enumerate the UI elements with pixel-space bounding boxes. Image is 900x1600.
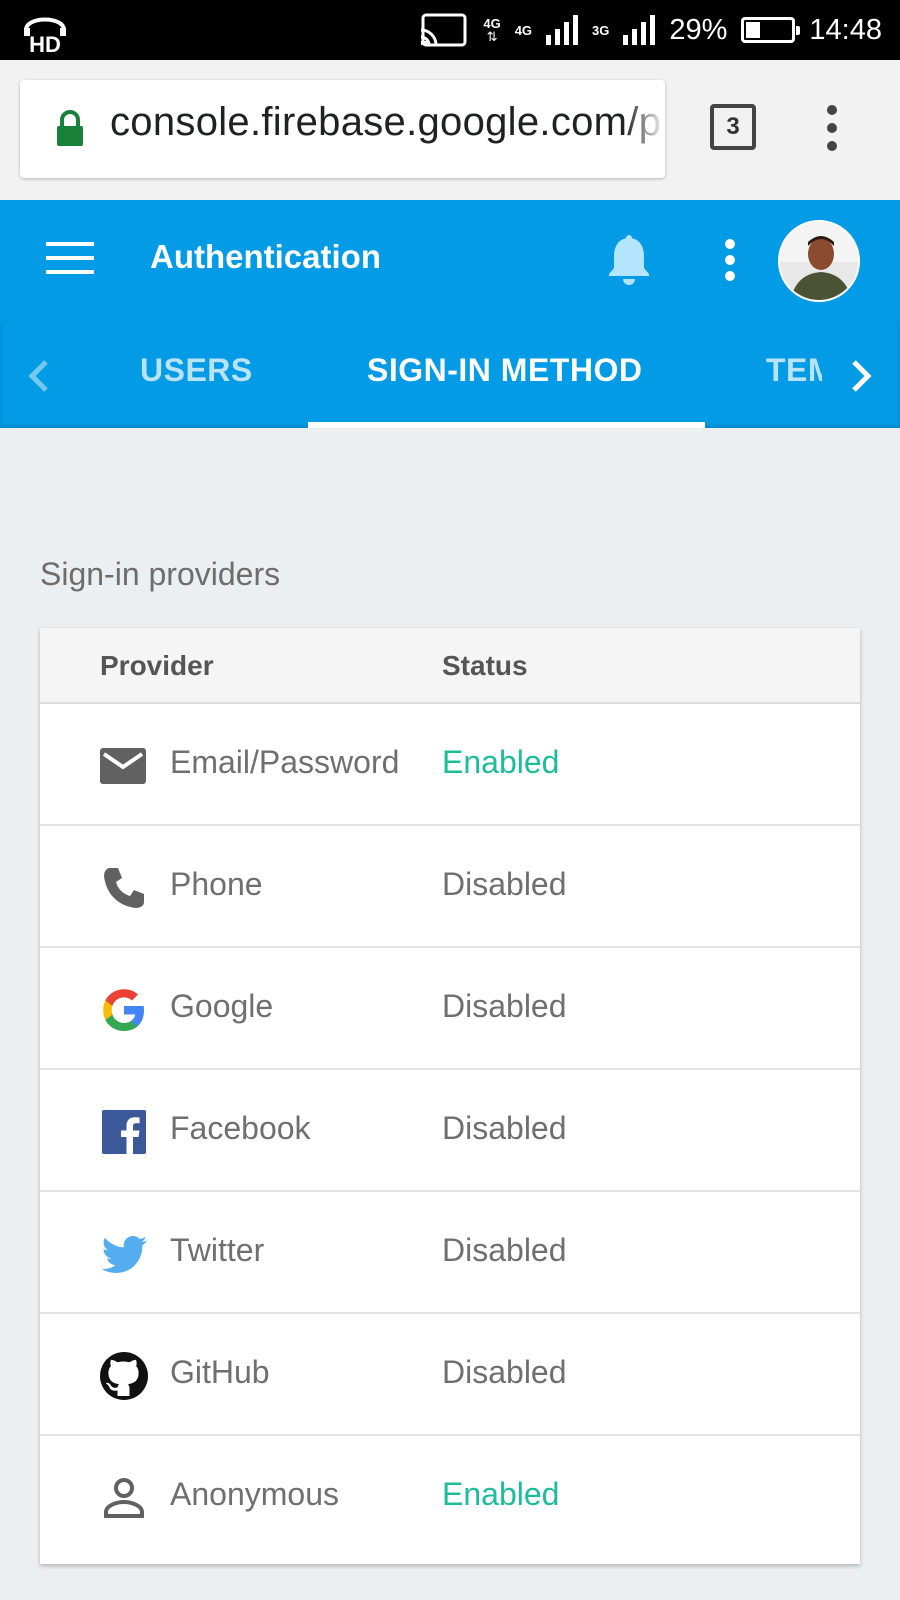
battery-percent: 29% — [669, 13, 728, 46]
tab-sign-in-method[interactable]: SIGN-IN METHOD — [367, 352, 642, 389]
network-type-4g: 4G — [514, 22, 533, 38]
bell-icon[interactable] — [606, 234, 652, 286]
provider-status: Disabled — [442, 1232, 567, 1268]
email-icon — [100, 748, 146, 784]
tab-bar: USERS SIGN-IN METHOD TEMPLATES — [0, 322, 900, 428]
provider-name: Anonymous — [170, 1476, 339, 1512]
provider-row-anonymous[interactable]: Anonymous Enabled — [40, 1436, 860, 1558]
section-title: Sign-in providers — [40, 556, 281, 592]
provider-row-phone[interactable]: Phone Disabled — [40, 826, 860, 948]
status-bar: HD 4G ⇅ 4G 3G 29% 14:48 — [0, 0, 900, 60]
data-arrows-icon: ⇅ — [486, 29, 498, 44]
tab-users[interactable]: USERS — [140, 352, 253, 389]
browser-toolbar: console.firebase.google.com/p 3 — [0, 60, 900, 200]
chevron-left-icon[interactable] — [26, 358, 52, 394]
avatar-photo — [780, 222, 858, 300]
github-icon — [100, 1352, 148, 1400]
app-header: Authentication — [0, 200, 900, 322]
phone-icon — [104, 868, 144, 908]
chevron-right-icon[interactable] — [848, 358, 874, 394]
avatar[interactable] — [778, 220, 860, 302]
provider-row-facebook[interactable]: Facebook Disabled — [40, 1070, 860, 1192]
tab-switcher-button[interactable]: 3 — [710, 104, 756, 150]
cast-icon — [421, 13, 467, 47]
provider-name: Facebook — [170, 1110, 311, 1146]
tab-templates[interactable]: TEMPLATES — [766, 352, 822, 389]
provider-row-email[interactable]: Email/Password Enabled — [40, 704, 860, 826]
provider-row-google[interactable]: Google Disabled — [40, 948, 860, 1070]
clock: 14:48 — [809, 13, 882, 46]
battery-icon — [741, 17, 801, 43]
provider-name: Phone — [170, 866, 263, 902]
provider-row-github[interactable]: GitHub Disabled — [40, 1314, 860, 1436]
google-icon — [103, 989, 144, 1031]
url-bar[interactable]: console.firebase.google.com/p — [20, 80, 665, 178]
hamburger-icon[interactable] — [46, 242, 94, 278]
provider-status: Disabled — [442, 866, 567, 902]
lock-icon — [57, 110, 83, 146]
hd-headset-icon: HD — [24, 17, 66, 54]
tab-indicator — [308, 422, 705, 428]
signal-icon — [546, 15, 579, 45]
provider-status: Disabled — [442, 1110, 567, 1146]
column-header-status: Status — [442, 650, 528, 681]
provider-name: GitHub — [170, 1354, 270, 1390]
url-fade — [625, 80, 665, 178]
hd-label: HD — [29, 32, 61, 54]
providers-table: Provider Status Email/Password Enabled P… — [40, 628, 860, 1564]
provider-name: Email/Password — [170, 744, 400, 780]
url-text[interactable]: console.firebase.google.com/p — [110, 100, 661, 145]
provider-status: Enabled — [442, 1476, 560, 1512]
provider-status: Enabled — [442, 744, 560, 780]
signal-icon — [623, 15, 656, 45]
provider-status: Disabled — [442, 1354, 567, 1390]
network-type-3g: 3G — [592, 22, 610, 38]
provider-row-twitter[interactable]: Twitter Disabled — [40, 1192, 860, 1314]
table-header: Provider Status — [40, 628, 860, 704]
more-vert-icon[interactable] — [720, 238, 740, 282]
page-title: Authentication — [150, 238, 381, 275]
anonymous-icon — [104, 1478, 144, 1518]
tab-count: 3 — [726, 113, 740, 140]
provider-name: Google — [170, 988, 274, 1024]
more-vert-icon[interactable] — [820, 104, 844, 152]
provider-name: Twitter — [170, 1232, 265, 1268]
column-header-provider: Provider — [100, 650, 214, 681]
battery-level-fill — [746, 22, 761, 38]
provider-status: Disabled — [442, 988, 567, 1024]
facebook-icon — [102, 1110, 146, 1154]
twitter-icon — [101, 1236, 147, 1273]
